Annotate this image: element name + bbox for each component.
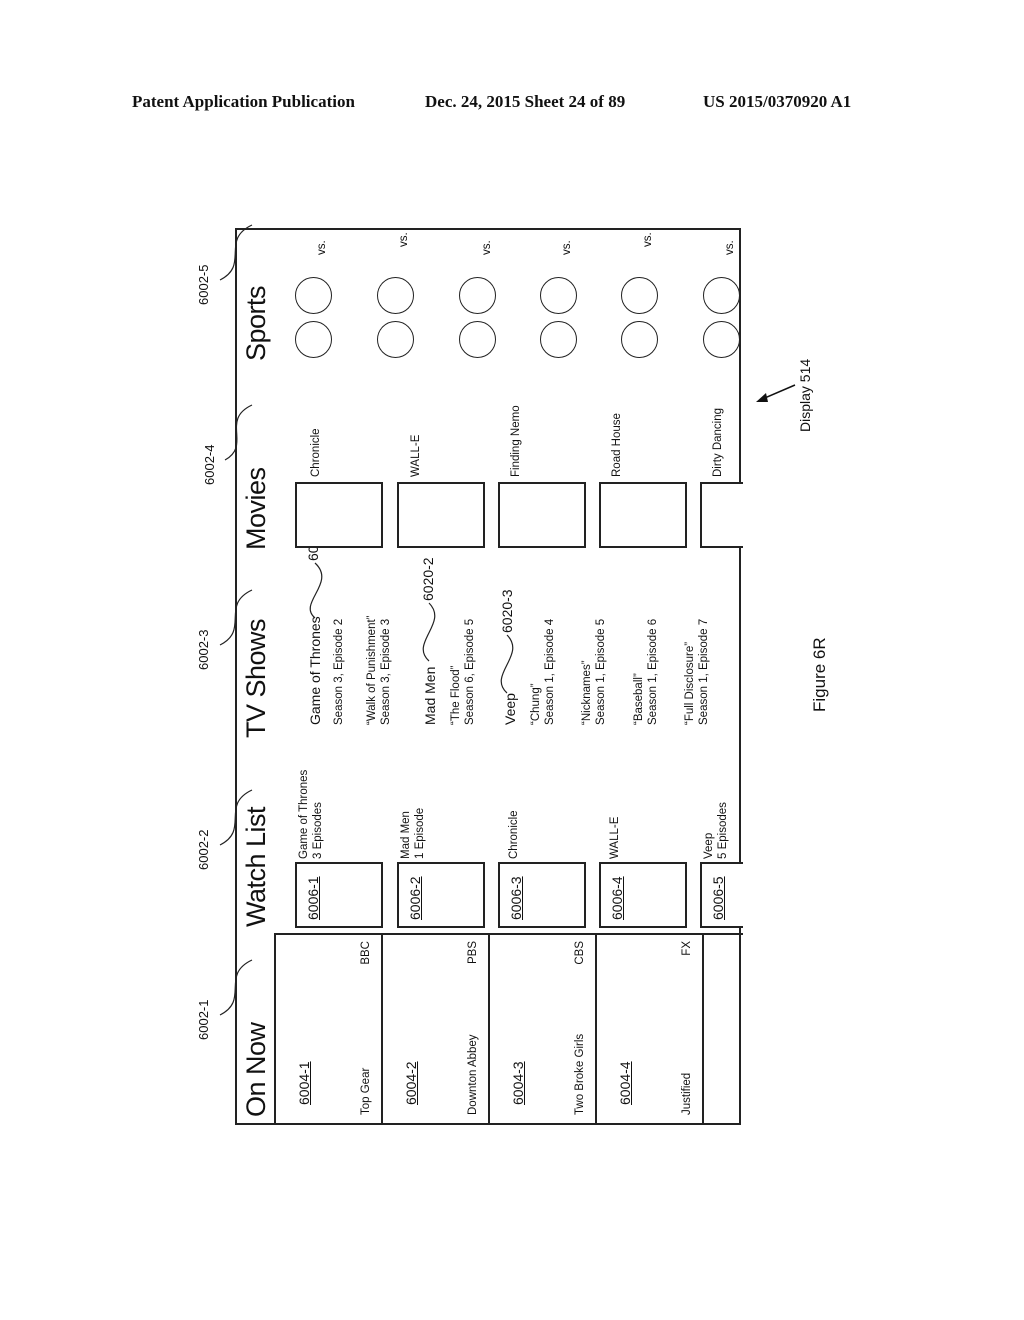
movie-title[interactable]: Road House [610, 413, 624, 477]
team-logo[interactable] [703, 277, 740, 314]
ref-6020-2: 6020-2 [420, 557, 436, 601]
show-title: Top Gear [360, 1067, 372, 1115]
vs-label: vs. [642, 232, 654, 247]
vs-label: vs. [724, 240, 736, 255]
tv-show-group-title[interactable]: Mad Men [422, 667, 438, 725]
movie-poster[interactable] [397, 482, 485, 548]
item-ref: 6004-2 [403, 1061, 419, 1105]
show-title: Justified [681, 1072, 693, 1115]
episode-title[interactable]: “Walk of Punishment” [365, 616, 379, 726]
team-logo[interactable] [540, 321, 577, 358]
episode-title[interactable]: “Chung” [529, 683, 543, 725]
on-now-item-partial[interactable] [704, 935, 745, 1123]
team-logo[interactable] [377, 277, 414, 314]
figure-caption: Figure 6R [810, 612, 834, 712]
team-logo[interactable] [621, 277, 658, 314]
watch-list-item[interactable]: 6006-4 [599, 862, 687, 928]
item-ref: 6004-4 [617, 1061, 633, 1105]
item-ref: 6004-3 [510, 1061, 526, 1105]
movie-title[interactable]: Finding Nemo [509, 405, 523, 477]
team-logo[interactable] [295, 277, 332, 314]
watch-list-title: WALL-E [609, 816, 621, 859]
watch-list-title: Chronicle [508, 810, 520, 859]
show-title: Two Broke Girls [574, 1033, 586, 1115]
show-title: Downton Abbey [467, 1034, 479, 1115]
on-now-item[interactable]: 6004-4 Justified FX [597, 935, 704, 1123]
vs-label: vs. [481, 240, 493, 255]
publication-date-sheet: Dec. 24, 2015 Sheet 24 of 89 [425, 92, 626, 111]
episode-info[interactable]: Season 3, Episode 3 [379, 619, 393, 725]
display-arrow-icon [756, 384, 796, 402]
movie-title[interactable]: Dirty Dancing [711, 408, 725, 477]
watch-list-detail: 5 Episodes [717, 802, 729, 859]
tab-on-now[interactable]: On Now [241, 1022, 272, 1117]
watch-list-title: Game of Thrones [298, 769, 310, 859]
display-annotation: Display 514 [797, 312, 817, 432]
watch-list-detail: 3 Episodes [312, 802, 324, 859]
watch-list-detail: 1 Episode [414, 807, 426, 859]
team-logo[interactable] [459, 321, 496, 358]
vs-label: vs. [561, 240, 573, 255]
watch-list-item[interactable]: 6006-5 [700, 862, 743, 928]
on-now-list: 6004-1 Top Gear BBC 6004-2 Downton Abbey… [274, 933, 743, 1123]
watch-list-title: Mad Men [400, 811, 412, 859]
movie-poster[interactable] [599, 482, 687, 548]
episode-info[interactable]: Season 1, Episode 5 [594, 619, 608, 725]
watch-list-title: Veep [703, 832, 715, 859]
publication-number: US 2015/0370920 A1 [703, 92, 852, 111]
watch-list-item[interactable]: 6006-1 [295, 862, 383, 928]
movie-poster[interactable] [700, 482, 743, 548]
team-logo[interactable] [621, 321, 658, 358]
network-label: FX [681, 941, 693, 956]
on-now-item[interactable]: 6004-1 Top Gear BBC [276, 935, 383, 1123]
ref-6020-3: 6020-3 [499, 589, 515, 633]
tab-tv-shows[interactable]: TV Shows [241, 619, 272, 738]
tab-sports[interactable]: Sports [241, 286, 272, 361]
movie-poster[interactable] [295, 482, 383, 548]
publication-title: Patent Application Publication [132, 92, 355, 111]
network-label: CBS [574, 941, 586, 965]
episode-title[interactable]: “Full Disclosure” [683, 642, 697, 725]
episode-info[interactable]: Season 6, Episode 5 [463, 619, 477, 725]
item-ref: 6006-2 [407, 876, 423, 920]
tab-reference-labels: 6002-1 6002-2 6002-3 6002-4 6002-5 [190, 224, 253, 1125]
movie-title[interactable]: WALL-E [409, 435, 423, 477]
on-now-item[interactable]: 6004-2 Downton Abbey PBS [383, 935, 490, 1123]
tv-show-group-title[interactable]: Game of Thrones [307, 616, 323, 725]
episode-info[interactable]: Season 3, Episode 2 [332, 619, 346, 725]
team-logo[interactable] [295, 321, 332, 358]
team-logo[interactable] [377, 321, 414, 358]
episode-info[interactable]: Season 1, Episode 4 [543, 619, 557, 725]
watch-list-item[interactable]: 6006-3 [498, 862, 586, 928]
item-ref: 6006-1 [305, 876, 321, 920]
episode-info[interactable]: Season 1, Episode 6 [646, 619, 660, 725]
vs-label: vs. [398, 232, 410, 247]
tab-watch-list[interactable]: Watch List [241, 807, 272, 927]
episode-title[interactable]: “Nicknames” [580, 660, 594, 725]
tab-movies[interactable]: Movies [241, 467, 272, 550]
network-label: BBC [360, 941, 372, 965]
vs-label: vs. [316, 240, 328, 255]
team-logo[interactable] [540, 277, 577, 314]
episode-title[interactable]: “Baseball” [632, 673, 646, 725]
watch-list-item[interactable]: 6006-2 [397, 862, 485, 928]
tv-show-group-title[interactable]: Veep [502, 693, 518, 725]
episode-title[interactable]: “The Flood” [449, 666, 463, 725]
item-ref: 6004-1 [296, 1061, 312, 1105]
movie-title[interactable]: Chronicle [309, 428, 323, 477]
display-514: On Now Watch List TV Shows Movies Sports… [235, 228, 743, 1125]
network-label: PBS [467, 941, 479, 965]
item-ref: 6006-4 [609, 876, 625, 920]
item-ref: 6006-5 [710, 876, 726, 920]
team-logo[interactable] [459, 277, 496, 314]
figure-label: Figure 6R [810, 637, 829, 712]
item-ref: 6006-3 [508, 876, 524, 920]
team-logo[interactable] [703, 321, 740, 358]
on-now-item[interactable]: 6004-3 Two Broke Girls CBS [490, 935, 597, 1123]
movie-poster[interactable] [498, 482, 586, 548]
episode-info[interactable]: Season 1, Episode 7 [697, 619, 711, 725]
